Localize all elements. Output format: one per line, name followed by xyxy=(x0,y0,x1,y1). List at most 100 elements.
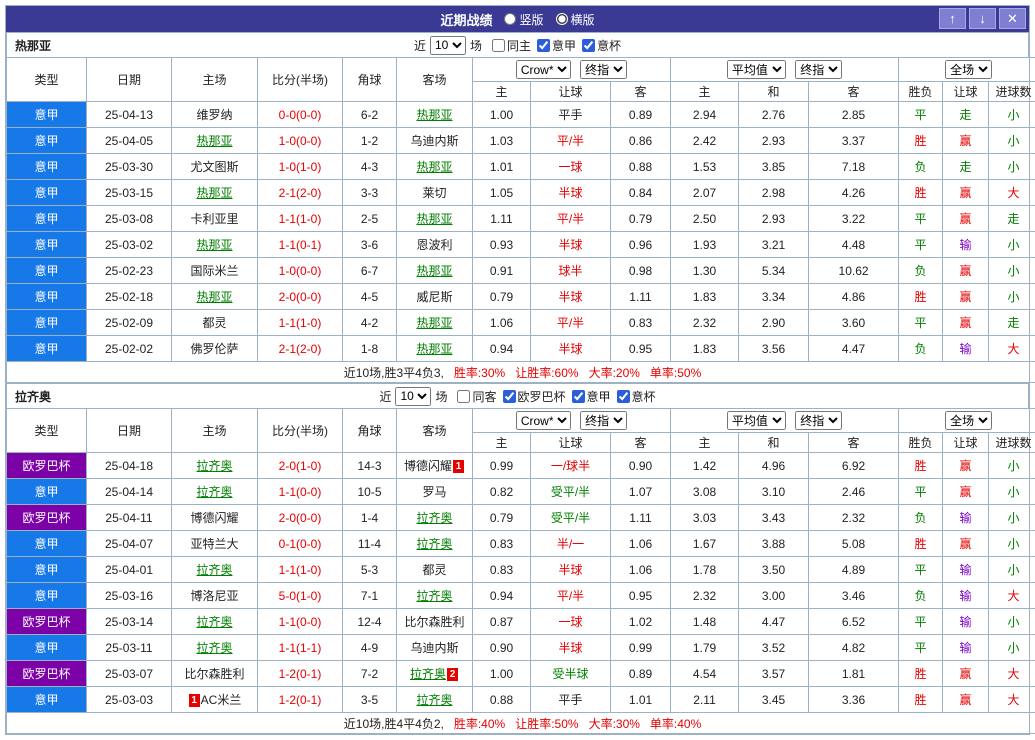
filter-label: 意杯 xyxy=(597,38,622,53)
filter-option-3[interactable]: 意甲 xyxy=(571,388,611,405)
euro-home-odds: 2.07 xyxy=(670,179,740,206)
focus-team-link[interactable]: 热那亚 xyxy=(196,290,232,304)
focus-team-link[interactable]: 拉齐奥 xyxy=(416,693,452,707)
subcol-asian-handicap: 让球 xyxy=(530,81,611,102)
focus-team-link[interactable]: 拉齐奥 xyxy=(416,537,452,551)
focus-team-link[interactable]: 拉齐奥 xyxy=(416,511,452,525)
corner-count: 11-4 xyxy=(342,530,397,557)
away-team-cell: 都灵 xyxy=(396,556,473,583)
match-score: 1-0(0-0) xyxy=(257,257,343,284)
col-header-score: 比分(半场) xyxy=(257,408,343,453)
filter-option-1[interactable]: 同客 xyxy=(457,388,497,405)
subcol-result-outcome: 胜负 xyxy=(898,432,944,453)
euro-source-select[interactable]: 平均值 xyxy=(726,60,786,79)
match-row: 意甲 25-03-08 卡利亚里 1-1(1-0) 2-5 热那亚 1.11 平/半 0.79 2… xyxy=(6,205,1035,232)
filter-option-2[interactable]: 意甲 xyxy=(537,37,576,54)
asian-source-select[interactable]: Crow* xyxy=(515,60,571,79)
subcol-euro-draw: 和 xyxy=(738,81,810,102)
filter-option-2[interactable]: 欧罗巴杯 xyxy=(502,388,566,405)
focus-team-link[interactable]: 热那亚 xyxy=(416,108,452,122)
scope-select[interactable]: 全场 xyxy=(945,60,993,79)
asian-home-odds: 1.00 xyxy=(472,101,531,128)
euro-draw-odds: 2.93 xyxy=(738,205,810,232)
focus-team-link[interactable]: 热那亚 xyxy=(196,186,232,200)
filter-option-3[interactable]: 意杯 xyxy=(582,37,621,54)
result-goals: 小 xyxy=(988,634,1035,661)
euro-time-select[interactable]: 终指 xyxy=(795,60,843,79)
filter-checkbox[interactable] xyxy=(502,389,516,403)
euro-draw-odds: 3.88 xyxy=(738,530,810,557)
asian-away-odds: 0.86 xyxy=(609,127,672,154)
euro-home-odds: 1.48 xyxy=(670,608,740,635)
match-count-select[interactable]: 10 xyxy=(429,35,466,55)
away-team-cell: 恩波利 xyxy=(396,231,473,258)
match-date: 25-04-11 xyxy=(86,504,172,531)
focus-team-link[interactable]: 拉齐奥 xyxy=(416,589,452,603)
result-goals: 小 xyxy=(988,257,1035,284)
corner-count: 14-3 xyxy=(342,452,397,479)
asian-time-select[interactable]: 终指 xyxy=(580,60,628,79)
asian-away-odds: 1.11 xyxy=(609,504,672,531)
match-row: 意甲 25-04-14 拉齐奥 1-1(0-0) 10-5 罗马 0.82 受平/半 1.07 3… xyxy=(6,478,1035,505)
scope-select[interactable]: 全场 xyxy=(945,411,993,430)
focus-team-link[interactable]: 热那亚 xyxy=(416,212,452,226)
euro-away-odds: 6.52 xyxy=(808,608,900,635)
match-count-select[interactable]: 10 xyxy=(395,386,432,406)
focus-team-link[interactable]: 拉齐奥 xyxy=(196,641,232,655)
filter-option-1[interactable]: 同主 xyxy=(491,37,531,54)
focus-team-link[interactable]: 热那亚 xyxy=(416,264,452,278)
match-table-body: 欧罗巴杯 25-04-18 拉齐奥 2-0(1-0) 14-3 博德闪耀 1 0.99 一/球半… xyxy=(6,452,1035,713)
close-button[interactable]: ✕ xyxy=(999,8,1026,29)
match-date: 25-03-14 xyxy=(86,608,172,635)
filter-checkbox[interactable] xyxy=(537,38,550,52)
focus-team-link[interactable]: 拉齐奥 xyxy=(196,563,232,577)
euro-time-select[interactable]: 终指 xyxy=(795,411,843,430)
filter-option-4[interactable]: 意杯 xyxy=(616,388,656,405)
home-team-cell: 拉齐奥 xyxy=(171,556,258,583)
move-down-button[interactable]: ↓ xyxy=(969,8,996,29)
match-date: 25-03-03 xyxy=(86,686,172,713)
subcol-result-outcome: 胜负 xyxy=(898,81,944,102)
away-team-cell: 威尼斯 xyxy=(396,283,473,310)
home-team-cell: 拉齐奥 xyxy=(171,608,258,635)
focus-team-link[interactable]: 热那亚 xyxy=(416,316,452,330)
focus-team-link[interactable]: 拉齐奥 xyxy=(410,667,446,681)
asian-source-select[interactable]: Crow* xyxy=(515,411,571,430)
section-lazio: 拉齐奥 近 10 场 同客 欧罗巴杯 意甲 意杯 类型 日期 主场 比分(半场)… xyxy=(5,383,1035,734)
focus-team-link[interactable]: 拉齐奥 xyxy=(196,615,232,629)
match-row: 欧罗巴杯 25-04-11 博德闪耀 2-0(0-0) 1-4 拉齐奥 0.79 受平/半 1.… xyxy=(6,504,1035,531)
focus-team-link[interactable]: 热那亚 xyxy=(196,238,232,252)
home-team-cell: 拉齐奥 xyxy=(171,478,258,505)
move-up-button[interactable]: ↑ xyxy=(939,8,966,29)
result-handicap: 走 xyxy=(942,153,990,180)
match-score: 1-1(0-0) xyxy=(257,478,343,505)
asian-away-odds: 1.07 xyxy=(609,478,672,505)
euro-source-select[interactable]: 平均值 xyxy=(726,411,786,430)
filter-checkbox[interactable] xyxy=(457,389,471,403)
focus-team-link[interactable]: 热那亚 xyxy=(416,160,452,174)
filter-label: 欧罗巴杯 xyxy=(517,389,566,404)
filter-checkbox[interactable] xyxy=(571,389,585,403)
subcol-euro-away: 客 xyxy=(808,81,900,102)
asian-time-select[interactable]: 终指 xyxy=(580,411,628,430)
subcol-asian-away: 客 xyxy=(609,432,672,453)
filter-checkbox[interactable] xyxy=(491,38,505,52)
filter-checkbox[interactable] xyxy=(582,38,596,52)
focus-team-link[interactable]: 拉齐奥 xyxy=(196,459,232,473)
away-team-cell: 热那亚 xyxy=(396,335,473,362)
asian-handicap: 平手 xyxy=(530,686,611,713)
focus-team-link[interactable]: 热那亚 xyxy=(416,342,452,356)
match-type: 意甲 xyxy=(6,335,87,362)
horizontal-layout-radio[interactable] xyxy=(555,13,568,25)
layout-option-horizontal[interactable]: 横版 xyxy=(555,11,595,28)
team-name: 比尔森胜利 xyxy=(184,667,245,681)
focus-team-link[interactable]: 拉齐奥 xyxy=(196,485,232,499)
result-handicap: 赢 xyxy=(942,660,990,687)
euro-away-odds: 2.32 xyxy=(808,504,900,531)
result-goals: 小 xyxy=(988,231,1035,258)
focus-team-link[interactable]: 热那亚 xyxy=(196,134,232,148)
layout-option-vertical[interactable]: 竖版 xyxy=(504,11,544,28)
section-header: 拉齐奥 近 10 场 同客 欧罗巴杯 意甲 意杯 xyxy=(6,383,1029,408)
vertical-layout-radio[interactable] xyxy=(504,13,517,25)
filter-checkbox[interactable] xyxy=(616,389,630,403)
